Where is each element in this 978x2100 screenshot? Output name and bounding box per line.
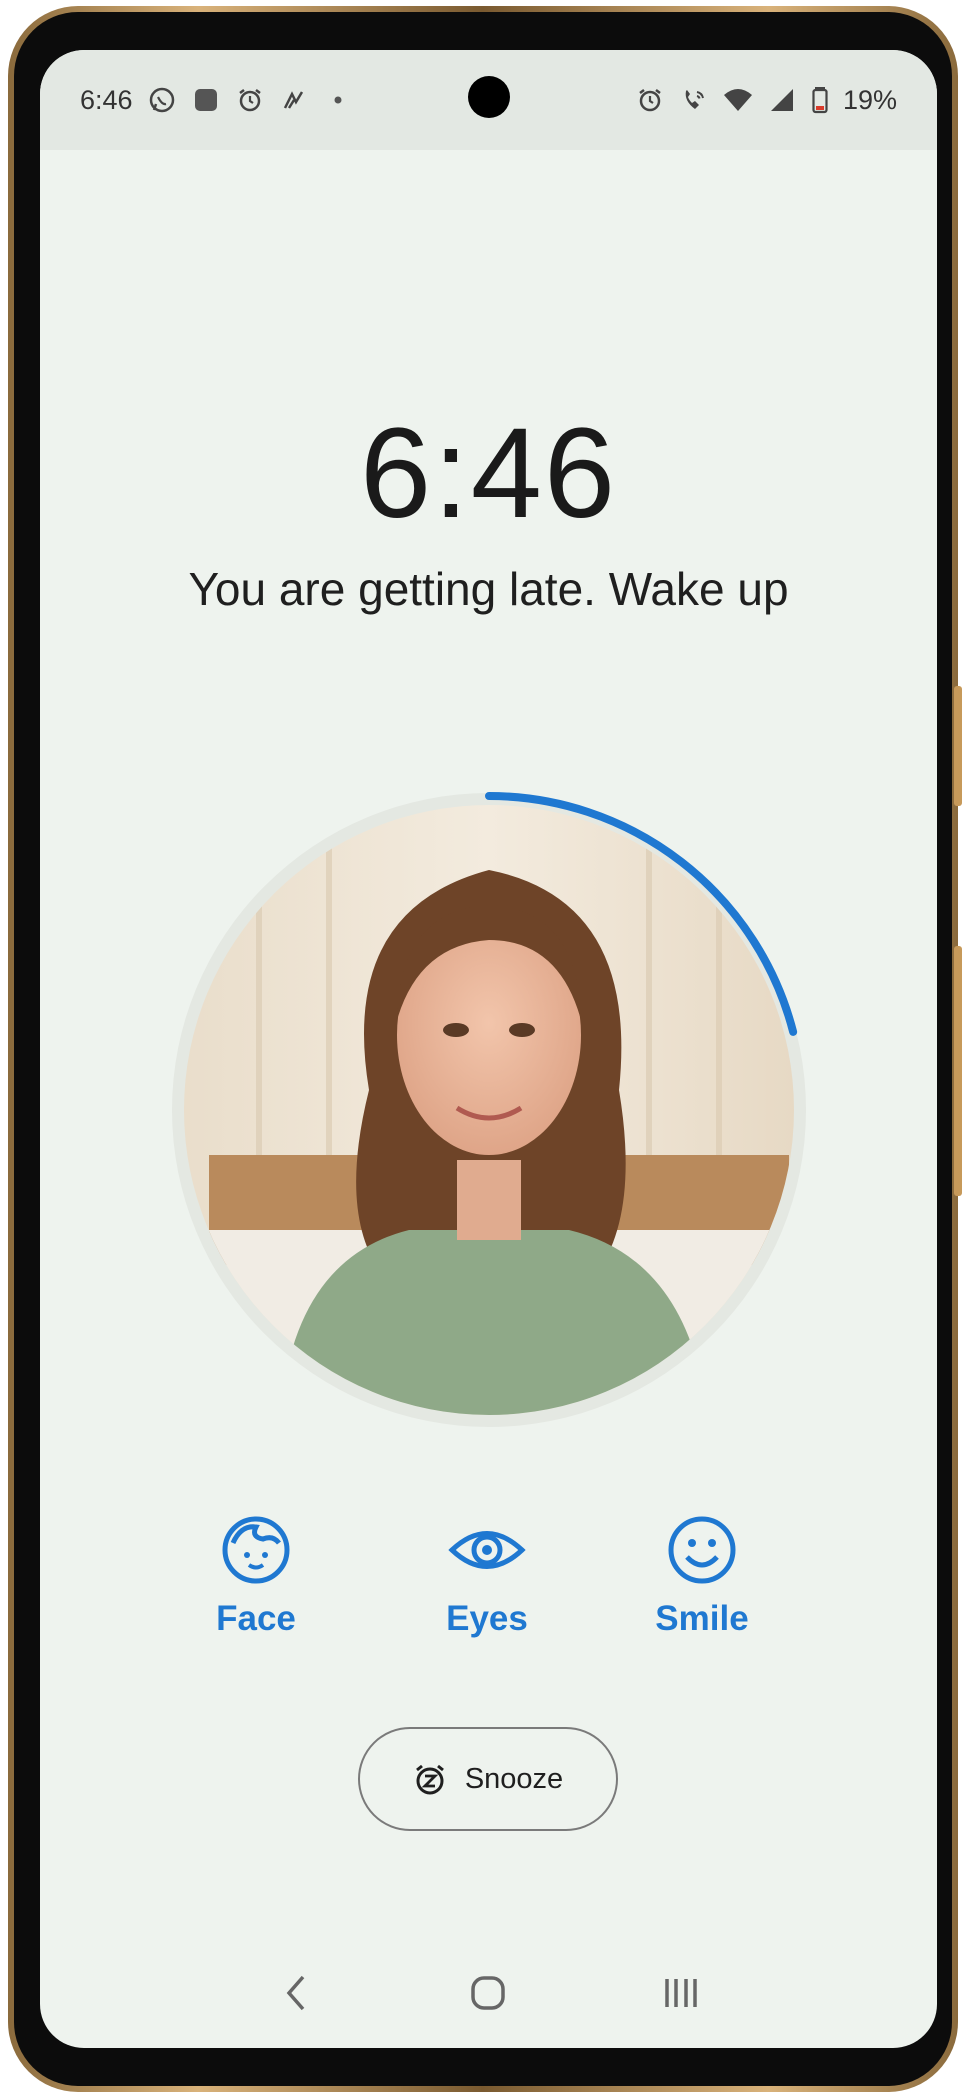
snooze-alarm-icon (415, 1764, 444, 1795)
power-button (954, 946, 962, 1196)
alarm-time: 6:46 (359, 402, 618, 545)
face-camera-preview (169, 790, 809, 1430)
whatsapp-icon (147, 85, 177, 115)
alarm-message: You are getting late. Wake up (188, 563, 789, 615)
status-time: 6:46 (80, 84, 133, 115)
back-chevron-icon (286, 1975, 305, 2011)
check-smile-label: Smile (655, 1599, 749, 1638)
back-button[interactable] (266, 1963, 326, 2023)
snooze-button[interactable]: Snooze (358, 1727, 618, 1831)
home-icon (471, 1976, 506, 2010)
verification-checks: Face Eyes Smile (40, 1515, 937, 1675)
navigation-bar (40, 1938, 937, 2048)
wifi-icon (723, 85, 753, 115)
snooze-label: Snooze (464, 1762, 564, 1795)
more-notifications-dot-icon (323, 85, 353, 115)
check-eyes-label: Eyes (446, 1599, 528, 1638)
check-eyes[interactable]: Eyes (397, 1515, 577, 1639)
screen: 6:46 19% 6:46 You are getting late. Wake… (40, 50, 937, 2048)
check-smile[interactable]: Smile (612, 1515, 792, 1639)
recents-button[interactable] (651, 1963, 711, 2023)
alarm-set-icon (635, 85, 665, 115)
recents-icon (665, 1979, 697, 2007)
face-icon (222, 1516, 290, 1584)
home-button[interactable] (458, 1963, 518, 2023)
alarm-icon (235, 85, 265, 115)
app-notification-icon (191, 85, 221, 115)
check-face[interactable]: Face (166, 1515, 346, 1639)
eye-icon (448, 1531, 526, 1569)
check-face-label: Face (216, 1599, 296, 1638)
phone-frame: 6:46 19% 6:46 You are getting late. Wake… (8, 6, 962, 2092)
smile-icon (668, 1516, 736, 1584)
battery-low-icon (811, 85, 829, 115)
battery-percent: 19% (842, 84, 897, 115)
volume-button (954, 686, 962, 806)
cellular-signal-icon (767, 85, 797, 115)
activity-icon (279, 85, 309, 115)
face-preview-svg (172, 792, 806, 1427)
wifi-calling-icon (679, 85, 709, 115)
front-camera (468, 76, 510, 118)
